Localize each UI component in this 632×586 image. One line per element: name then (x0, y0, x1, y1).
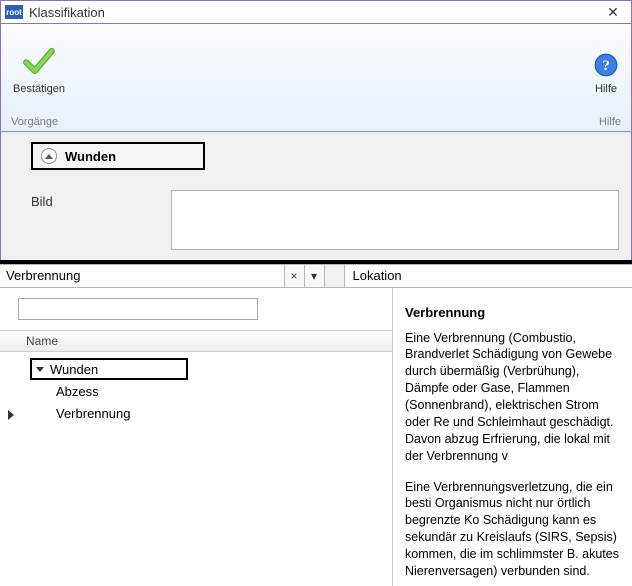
chevron-down-icon (36, 367, 44, 372)
collapse-icon (41, 148, 57, 164)
search-gap (325, 265, 345, 287)
toolbar-footer: Vorgänge Hilfe (0, 112, 632, 132)
search-row: Verbrennung × ▾ Lokation (0, 264, 632, 288)
search-input[interactable]: Verbrennung (0, 265, 285, 287)
detail-pane: Verbrennung Eine Verbrennung (Combustio,… (393, 288, 632, 586)
tree-item-label: Wunden (50, 362, 98, 377)
upper-panel: Wunden Bild (0, 132, 632, 260)
help-icon: ? (593, 52, 619, 81)
lower-panes: Name Wunden Abzess Verbrennung Verbrennu… (0, 288, 632, 586)
bild-field[interactable] (171, 190, 619, 250)
help-label: Hilfe (595, 83, 617, 95)
bild-label: Bild (31, 190, 171, 250)
svg-text:?: ? (602, 56, 610, 73)
title-bar: root Klassifikation ✕ (0, 0, 632, 24)
tree-item-abzess[interactable]: Abzess (0, 380, 392, 402)
tree-filter-input[interactable] (18, 298, 258, 320)
checkmark-icon (22, 44, 56, 81)
close-button[interactable]: ✕ (599, 2, 627, 22)
current-row-marker-icon (8, 410, 14, 420)
detail-paragraph: Eine Verbrennung (Combustio, Brandverlet… (405, 330, 624, 465)
footer-right-label: Hilfe (599, 116, 621, 128)
toolbar: Bestätigen ? Hilfe (0, 24, 632, 112)
tree-item-label: Abzess (56, 384, 99, 399)
clear-search-button[interactable]: × (285, 265, 305, 287)
app-icon: root (5, 5, 23, 19)
group-title: Wunden (65, 149, 116, 164)
tree-column-header[interactable]: Name (0, 330, 392, 352)
group-header-wunden[interactable]: Wunden (31, 142, 205, 170)
tree-item-wunden[interactable]: Wunden (0, 358, 392, 380)
confirm-label: Bestätigen (13, 83, 65, 95)
footer-left-label: Vorgänge (11, 116, 599, 128)
lokation-field[interactable]: Lokation (345, 265, 632, 287)
confirm-button[interactable]: Bestätigen (1, 24, 77, 112)
search-dropdown-button[interactable]: ▾ (305, 265, 325, 287)
tree-item-verbrennung[interactable]: Verbrennung (0, 402, 392, 424)
tree: Wunden Abzess Verbrennung (0, 352, 392, 430)
tree-pane: Name Wunden Abzess Verbrennung (0, 288, 393, 586)
detail-title: Verbrennung (405, 304, 624, 322)
window-title: Klassifikation (29, 5, 599, 20)
detail-paragraph: Eine Verbrennungsverletzung, die ein bes… (405, 479, 624, 580)
help-button[interactable]: ? Hilfe (581, 32, 631, 112)
tree-item-label: Verbrennung (56, 406, 130, 421)
